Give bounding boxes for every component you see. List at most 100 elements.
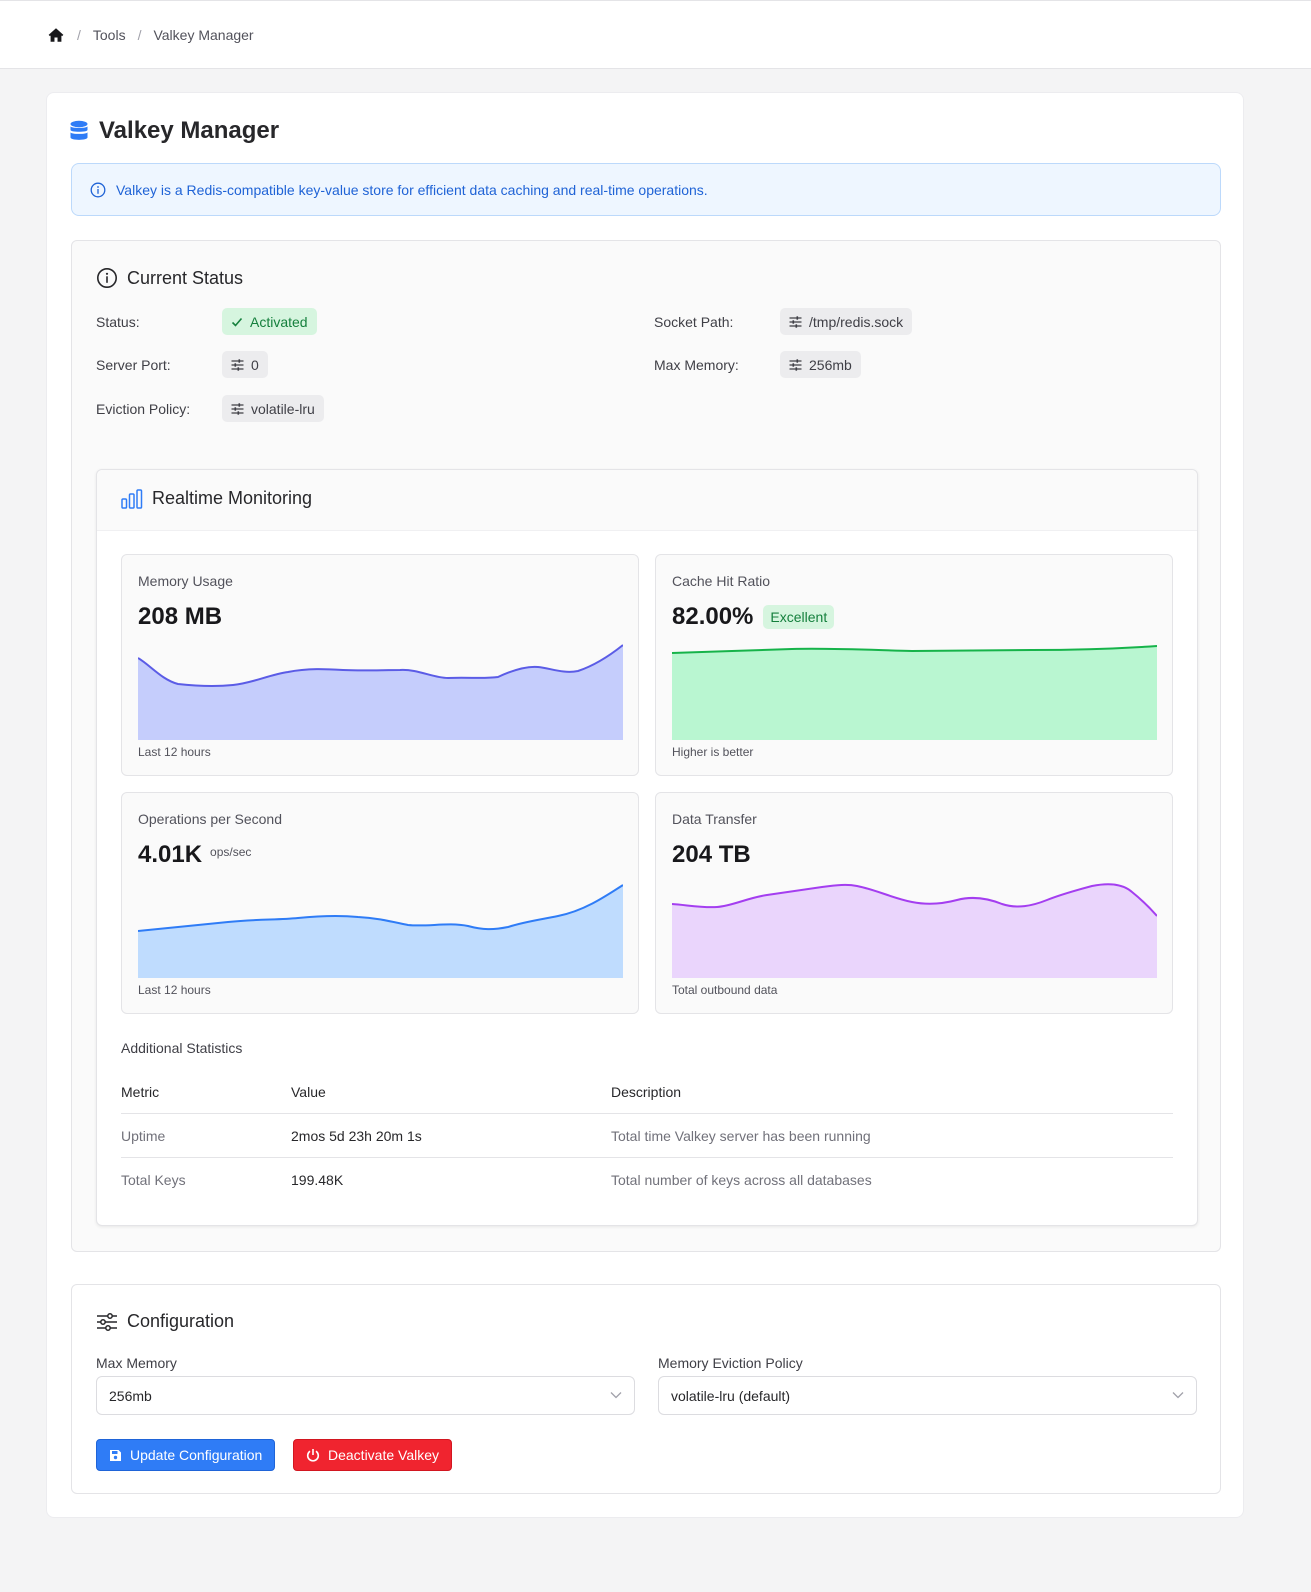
sliders-icon	[231, 358, 244, 371]
max-memory-select-value: 256mb	[109, 1387, 152, 1404]
sliders-icon	[789, 315, 802, 328]
deactivate-valkey-label: Deactivate Valkey	[328, 1447, 440, 1463]
data-transfer-value-text: 204 TB	[672, 841, 751, 868]
memory-usage-title: Memory Usage	[138, 573, 233, 589]
data-transfer-card: Data Transfer 204 TB Total outbound data	[655, 792, 1173, 1014]
table-cell-description: Total number of keys across all database…	[611, 1172, 872, 1188]
server-port-label: Server Port:	[96, 357, 171, 373]
cache-hit-ratio-sparkline	[672, 645, 1157, 740]
table-header-metric: Metric	[121, 1084, 160, 1100]
status-badge: Activated	[222, 308, 317, 335]
breadcrumb: / Tools / Valkey Manager	[47, 26, 254, 44]
operations-per-second-footer: Last 12 hours	[138, 983, 211, 997]
realtime-monitoring-title: Realtime Monitoring	[121, 488, 312, 509]
current-status-title: Current Status	[96, 267, 243, 289]
table-cell-metric: Uptime	[121, 1128, 166, 1144]
table-header-value: Value	[291, 1084, 326, 1100]
eviction-policy-select[interactable]: volatile-lru (default)	[658, 1376, 1197, 1415]
breadcrumb-tools[interactable]: Tools	[93, 27, 126, 43]
table-cell-description: Total time Valkey server has been runnin…	[611, 1128, 871, 1144]
table-row: Total Keys 199.48K Total number of keys …	[121, 1158, 1173, 1202]
data-transfer-sparkline	[672, 883, 1157, 978]
socket-path-text: /tmp/redis.sock	[809, 313, 904, 330]
power-icon	[306, 1449, 320, 1462]
socket-path-value: /tmp/redis.sock	[780, 308, 913, 335]
max-memory-field-label: Max Memory	[96, 1355, 177, 1371]
breadcrumb-separator: /	[137, 26, 142, 43]
memory-usage-card: Memory Usage 208 MB Last 12 hours	[121, 554, 639, 776]
breadcrumb-current: Valkey Manager	[153, 26, 254, 43]
configuration-title-text: Configuration	[127, 1311, 235, 1331]
check-icon	[231, 317, 243, 327]
max-memory-label: Max Memory:	[654, 357, 739, 373]
bar-chart-icon	[121, 488, 143, 509]
statistics-table: Metric Value Description Uptime 2mos 5d …	[121, 1070, 1173, 1202]
eviction-policy-field-label: Memory Eviction Policy	[658, 1355, 803, 1371]
sliders-icon	[231, 402, 244, 415]
max-memory-select[interactable]: 256mb	[96, 1376, 635, 1415]
configuration-panel: Configuration Max Memory 256mb Memory Ev…	[71, 1284, 1221, 1494]
memory-usage-value: 208 MB	[138, 603, 222, 631]
table-cell-metric: Total Keys	[121, 1172, 186, 1188]
server-port-text: 0	[251, 356, 259, 373]
eviction-policy-select-value: volatile-lru (default)	[671, 1387, 791, 1404]
operations-per-second-title: Operations per Second	[138, 811, 282, 827]
max-memory-text: 256mb	[809, 356, 852, 373]
cache-hit-ratio-footer: Higher is better	[672, 745, 754, 759]
update-configuration-button[interactable]: Update Configuration	[96, 1439, 276, 1471]
save-icon	[110, 1449, 121, 1461]
sliders-icon	[789, 358, 802, 371]
current-status-panel: Current Status Status: Activated Server …	[71, 240, 1221, 1252]
deactivate-valkey-button[interactable]: Deactivate Valkey	[293, 1439, 453, 1471]
realtime-monitoring-panel: Realtime Monitoring Memory Usage 208 MB …	[96, 469, 1198, 1226]
info-circle-icon	[97, 268, 117, 288]
operations-per-second-value-text: 4.01K	[138, 841, 203, 868]
table-row: Uptime 2mos 5d 23h 20m 1s Total time Val…	[121, 1114, 1173, 1158]
memory-usage-value-text: 208 MB	[138, 603, 223, 630]
table-header-row: Metric Value Description	[121, 1070, 1173, 1114]
eviction-policy-text: volatile-lru	[251, 400, 315, 417]
max-memory-value: 256mb	[780, 351, 861, 378]
table-cell-value: 2mos 5d 23h 20m 1s	[291, 1128, 422, 1144]
main-card: Valkey Manager Valkey is a Redis-compati…	[46, 92, 1244, 1518]
chevron-down-icon	[610, 1392, 622, 1399]
server-port-value: 0	[222, 351, 268, 378]
memory-usage-sparkline	[138, 644, 623, 740]
ops-unit: ops/sec	[210, 845, 252, 859]
page-title: Valkey Manager	[69, 117, 279, 145]
table-cell-value: 199.48K	[291, 1172, 344, 1188]
operations-per-second-card: Operations per Second 4.01K ops/sec Last…	[121, 792, 639, 1014]
sliders-icon	[97, 1312, 117, 1331]
memory-usage-footer: Last 12 hours	[138, 745, 211, 759]
info-icon	[90, 182, 106, 197]
chevron-down-icon	[1172, 1392, 1184, 1399]
info-alert-text: Valkey is a Redis-compatible key-value s…	[116, 181, 708, 198]
additional-statistics-title: Additional Statistics	[121, 1040, 243, 1056]
home-icon[interactable]	[47, 26, 65, 44]
eviction-policy-label: Eviction Policy:	[96, 401, 191, 417]
cache-hit-ratio-value: 82.00% Excellent	[672, 603, 835, 631]
cache-hit-ratio-title: Cache Hit Ratio	[672, 573, 771, 589]
realtime-monitoring-header: Realtime Monitoring	[97, 470, 1197, 531]
update-configuration-label: Update Configuration	[130, 1447, 263, 1463]
data-transfer-footer: Total outbound data	[672, 983, 778, 997]
excellent-badge: Excellent	[763, 605, 835, 629]
current-status-title-text: Current Status	[127, 267, 244, 288]
page-title-text: Valkey Manager	[99, 117, 280, 144]
data-transfer-title: Data Transfer	[672, 811, 757, 827]
operations-per-second-value: 4.01K ops/sec	[138, 841, 251, 869]
realtime-monitoring-title-text: Realtime Monitoring	[152, 488, 313, 508]
cache-hit-ratio-card: Cache Hit Ratio 82.00% Excellent Higher …	[655, 554, 1173, 776]
info-alert: Valkey is a Redis-compatible key-value s…	[71, 163, 1221, 216]
table-header-description: Description	[611, 1084, 682, 1100]
operations-per-second-sparkline	[138, 884, 623, 978]
configuration-title: Configuration	[96, 1311, 234, 1332]
cache-hit-ratio-value-text: 82.00%	[672, 603, 754, 630]
database-icon	[70, 120, 88, 140]
data-transfer-value: 204 TB	[672, 841, 751, 869]
top-bar: / Tools / Valkey Manager	[0, 0, 1311, 69]
eviction-policy-value: volatile-lru	[222, 395, 324, 422]
status-label: Status:	[96, 314, 140, 330]
socket-path-label: Socket Path:	[654, 314, 734, 330]
status-value: Activated	[250, 313, 308, 330]
